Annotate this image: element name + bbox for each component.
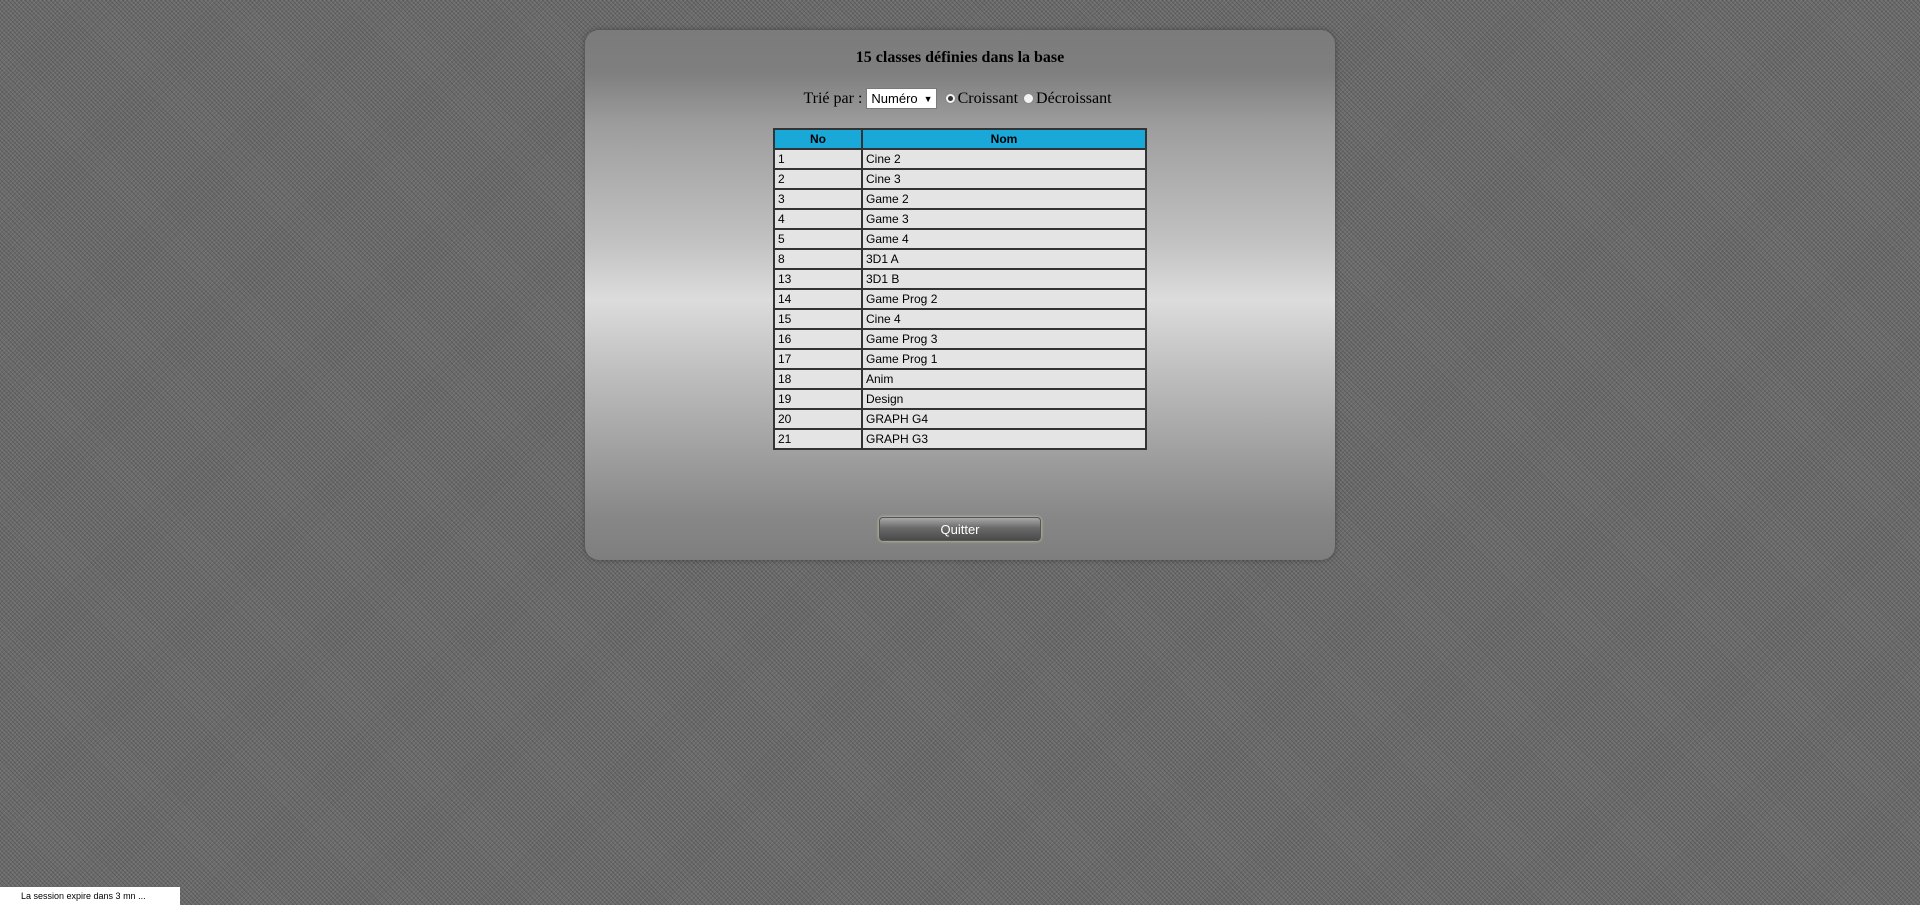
table-header-row: No Nom (773, 128, 1147, 150)
classes-table: No Nom 1 Cine 2 2 Cine 3 3 Game 2 4 Game 3 5… (773, 128, 1147, 450)
sort-field-select[interactable]: Numéro ▼ (866, 88, 937, 109)
cell-nom: Cine 3 (861, 168, 1147, 190)
cell-nom: Design (861, 388, 1147, 410)
session-expiry-notice: La session expire dans 3 mn ... (0, 887, 180, 905)
sort-field-value: Numéro (871, 91, 918, 106)
table-row[interactable]: 13 3D1 B (773, 268, 1147, 290)
sort-descending-label[interactable]: Décroissant (1036, 90, 1112, 108)
table-row[interactable]: 20 GRAPH G4 (773, 408, 1147, 430)
cell-nom: Game Prog 2 (861, 288, 1147, 310)
table-row[interactable]: 18 Anim (773, 368, 1147, 390)
cell-no: 4 (773, 208, 863, 230)
cell-no: 14 (773, 288, 863, 310)
cell-nom: Game 2 (861, 188, 1147, 210)
table-row[interactable]: 21 GRAPH G3 (773, 428, 1147, 450)
cell-nom: Anim (861, 368, 1147, 390)
column-header-no[interactable]: No (773, 128, 863, 150)
sort-bar: Trié par : Numéro ▼ Croissant Décroissan… (585, 88, 1335, 109)
cell-no: 21 (773, 428, 863, 450)
cell-nom: 3D1 A (861, 248, 1147, 270)
table-row[interactable]: 2 Cine 3 (773, 168, 1147, 190)
sort-ascending-label[interactable]: Croissant (958, 90, 1018, 108)
page-title: 15 classes définies dans la base (855, 49, 1065, 66)
sort-label: Trié par : (803, 89, 863, 107)
cell-no: 20 (773, 408, 863, 430)
table-row[interactable]: 1 Cine 2 (773, 148, 1147, 170)
cell-no: 17 (773, 348, 863, 370)
cell-nom: Game Prog 1 (861, 348, 1147, 370)
sort-ascending-radio[interactable] (944, 93, 956, 104)
cell-no: 16 (773, 328, 863, 350)
cell-no: 2 (773, 168, 863, 190)
cell-nom: Game 3 (861, 208, 1147, 230)
chevron-down-icon: ▼ (923, 93, 933, 104)
table-row[interactable]: 14 Game Prog 2 (773, 288, 1147, 310)
table-row[interactable]: 4 Game 3 (773, 208, 1147, 230)
cell-no: 8 (773, 248, 863, 270)
cell-nom: Cine 4 (861, 308, 1147, 330)
table-row[interactable]: 5 Game 4 (773, 228, 1147, 250)
cell-no: 5 (773, 228, 863, 250)
table-row[interactable]: 16 Game Prog 3 (773, 328, 1147, 350)
cell-nom: Game 4 (861, 228, 1147, 250)
cell-no: 13 (773, 268, 863, 290)
table-row[interactable]: 3 Game 2 (773, 188, 1147, 210)
cell-nom: 3D1 B (861, 268, 1147, 290)
cell-no: 1 (773, 148, 863, 170)
sort-descending-radio[interactable] (1023, 93, 1035, 104)
cell-no: 18 (773, 368, 863, 390)
cell-nom: GRAPH G3 (861, 428, 1147, 450)
cell-no: 3 (773, 188, 863, 210)
quit-button[interactable]: Quitter (879, 517, 1041, 541)
cell-no: 15 (773, 308, 863, 330)
table-row[interactable]: 19 Design (773, 388, 1147, 410)
cell-no: 19 (773, 388, 863, 410)
table-row[interactable]: 15 Cine 4 (773, 308, 1147, 330)
table-row[interactable]: 8 3D1 A (773, 248, 1147, 270)
column-header-nom[interactable]: Nom (861, 128, 1147, 150)
cell-nom: Cine 2 (861, 148, 1147, 170)
classes-panel: 15 classes définies dans la base Trié pa… (585, 30, 1335, 560)
cell-nom: Game Prog 3 (861, 328, 1147, 350)
cell-nom: GRAPH G4 (861, 408, 1147, 430)
table-body: 1 Cine 2 2 Cine 3 3 Game 2 4 Game 3 5 Game 4 … (773, 148, 1147, 450)
table-row[interactable]: 17 Game Prog 1 (773, 348, 1147, 370)
